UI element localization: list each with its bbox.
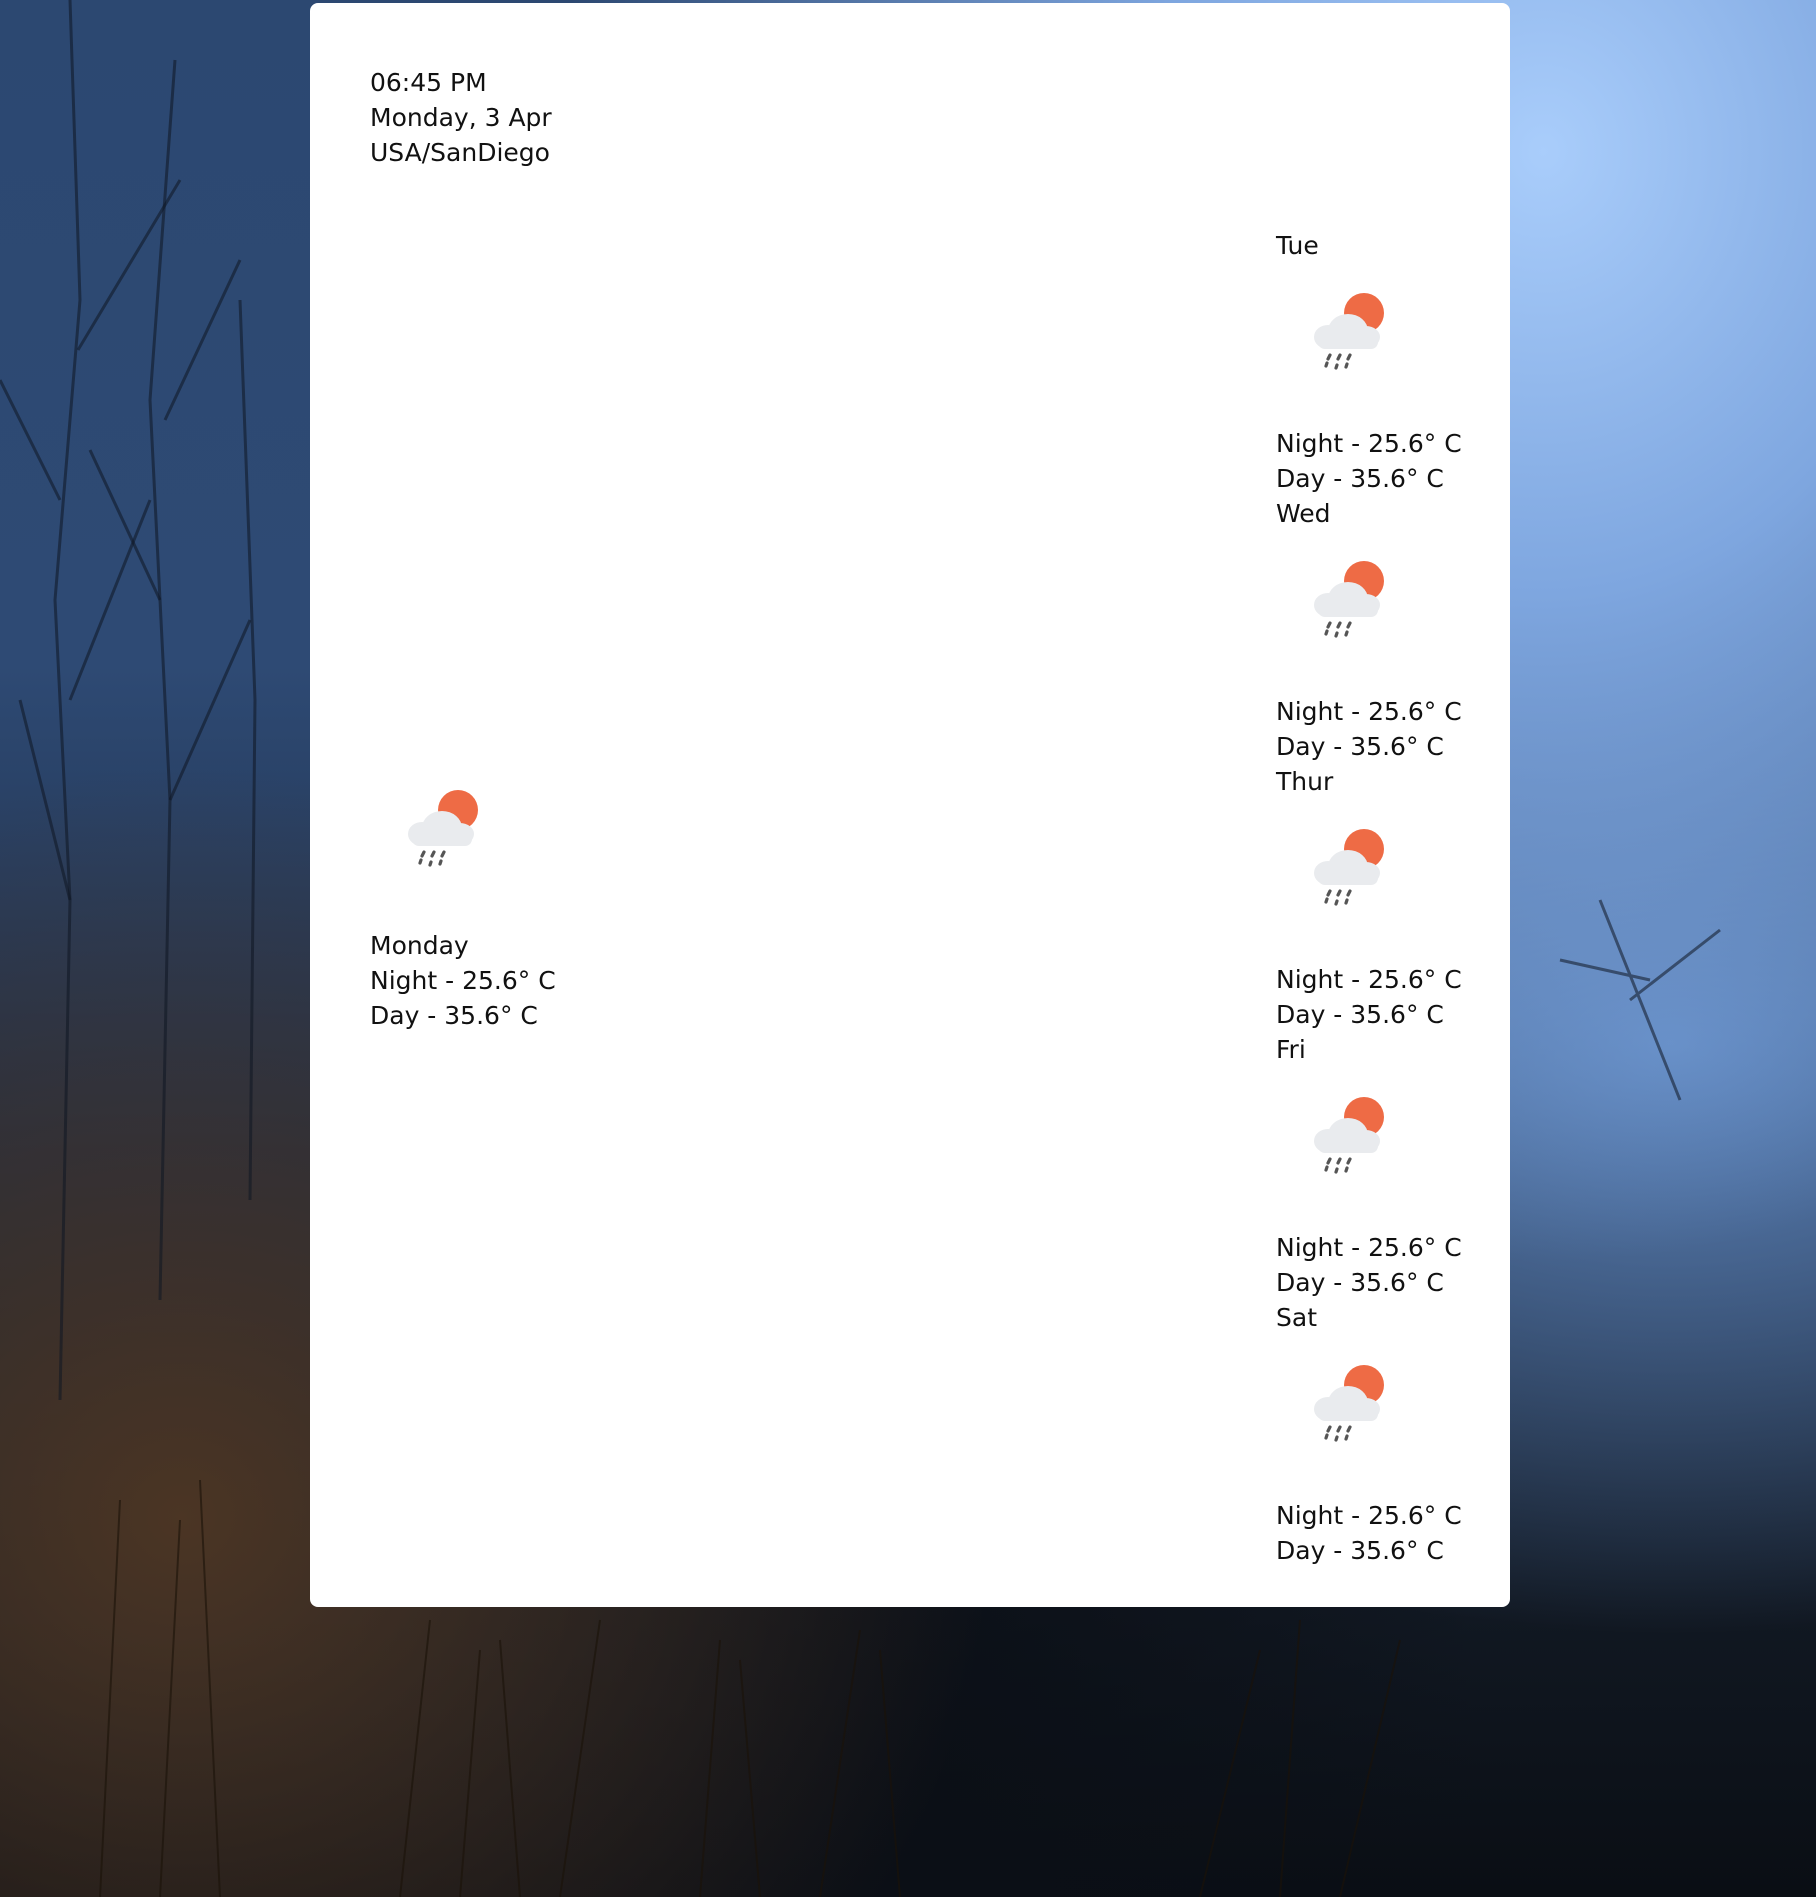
forecast-item: Sat Night - 25.6° C Day - 35.6° C: [1276, 1300, 1462, 1568]
today-weather: Monday Night - 25.6° C Day - 35.6° C: [370, 788, 556, 1033]
forecast-night-temp: Night - 25.6° C: [1276, 965, 1462, 994]
forecast-day: Wed: [1276, 499, 1331, 528]
forecast-night-temp: Night - 25.6° C: [1276, 1233, 1462, 1262]
current-time: 06:45 PM: [370, 68, 487, 97]
forecast-night-temp: Night - 25.6° C: [1276, 429, 1462, 458]
forecast-item: Wed Night - 25.6° C Day - 35.6° C: [1276, 496, 1462, 764]
forecast-day-temp: Day - 35.6° C: [1276, 1536, 1444, 1565]
forecast-day-temp: Day - 35.6° C: [1276, 1000, 1444, 1029]
forecast-day-temp: Day - 35.6° C: [1276, 464, 1444, 493]
today-day: Monday: [370, 931, 469, 960]
weather-card: 06:45 PM Monday, 3 Apr USA/SanDiego Mond…: [310, 3, 1510, 1607]
header-info: 06:45 PM Monday, 3 Apr USA/SanDiego: [370, 65, 552, 170]
current-date: Monday, 3 Apr: [370, 103, 552, 132]
today-night-temp: Night - 25.6° C: [370, 966, 556, 995]
forecast-night-temp: Night - 25.6° C: [1276, 697, 1462, 726]
forecast-item: Fri Night - 25.6° C Day - 35.6° C: [1276, 1032, 1462, 1300]
rain-cloud-sun-icon: [1306, 1095, 1396, 1185]
rain-cloud-sun-icon: [1306, 1363, 1396, 1453]
rain-cloud-sun-icon: [1306, 291, 1396, 381]
forecast-night-temp: Night - 25.6° C: [1276, 1501, 1462, 1530]
forecast-item: Thur Night - 25.6° C Day - 35.6° C: [1276, 764, 1462, 1032]
forecast-day: Thur: [1276, 767, 1334, 796]
location: USA/SanDiego: [370, 138, 550, 167]
today-day-temp: Day - 35.6° C: [370, 1001, 538, 1030]
rain-cloud-sun-icon: [1306, 559, 1396, 649]
forecast-day-temp: Day - 35.6° C: [1276, 1268, 1444, 1297]
rain-cloud-sun-icon: [400, 788, 490, 878]
rain-cloud-sun-icon: [1306, 827, 1396, 917]
forecast-item: Tue Night - 25.6° C Day - 35.6° C: [1276, 228, 1462, 496]
forecast-day: Tue: [1276, 231, 1319, 260]
forecast-day: Fri: [1276, 1035, 1306, 1064]
forecast-list: Tue Night - 25.6° C Day - 35.6° C Wed Ni…: [1276, 228, 1462, 1568]
forecast-day: Sat: [1276, 1303, 1317, 1332]
forecast-day-temp: Day - 35.6° C: [1276, 732, 1444, 761]
